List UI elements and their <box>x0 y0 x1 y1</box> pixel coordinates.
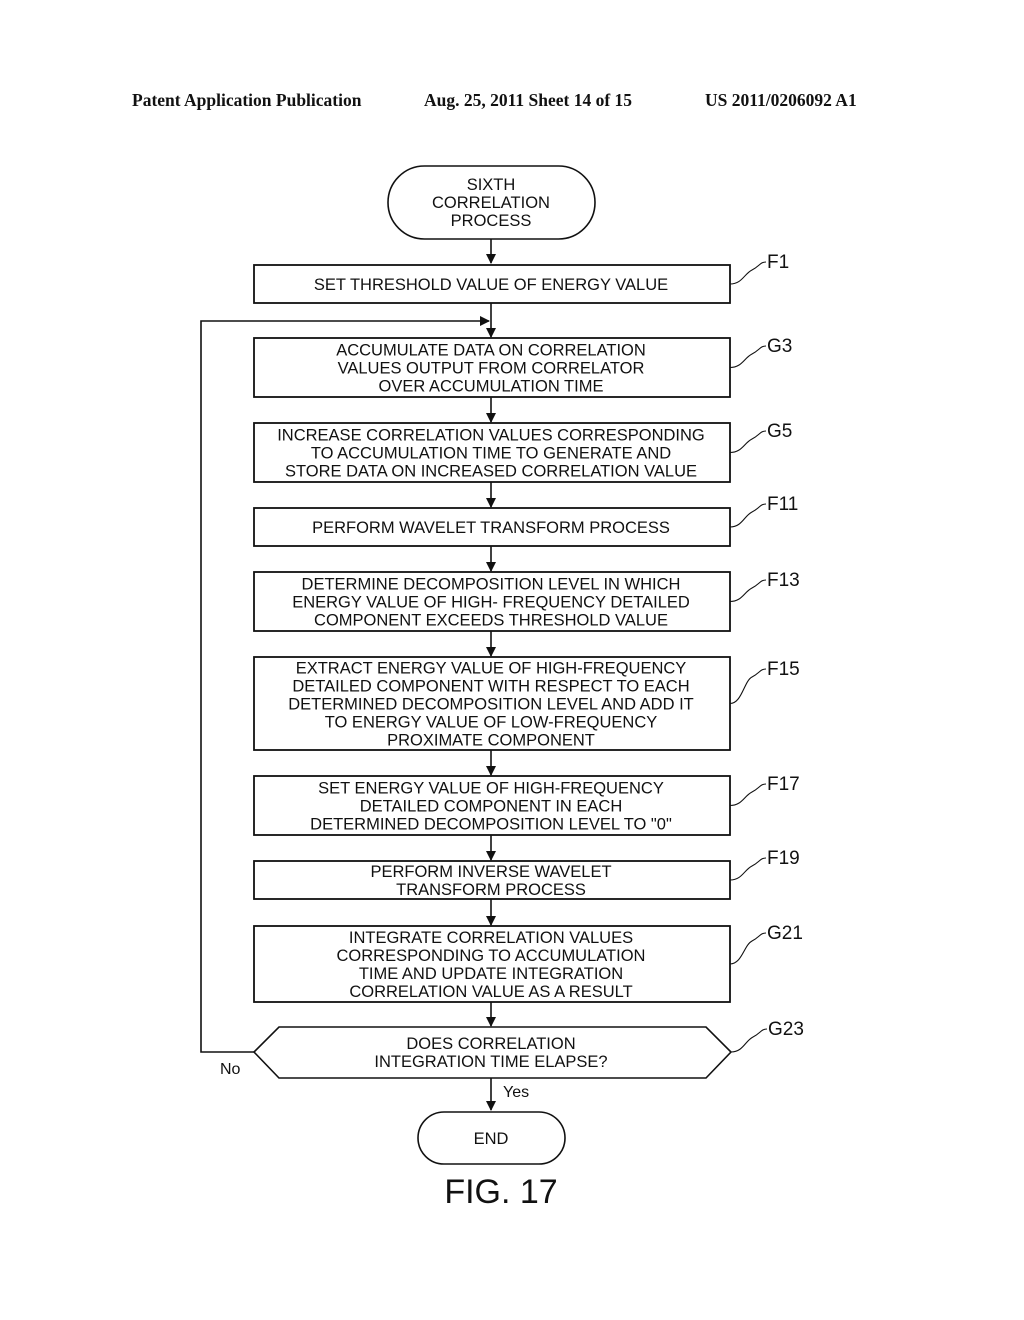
process-step-text: DETERMINE DECOMPOSITION LEVEL IN WHICH <box>302 576 681 594</box>
process-step-text: SET THRESHOLD VALUE OF ENERGY VALUE <box>314 276 668 294</box>
reference-leader-line <box>729 345 767 369</box>
flowchart: SIXTHCORRELATIONPROCESS SET THRESHOLD VAL… <box>200 165 804 1211</box>
process-step-text: ACCUMULATE DATA ON CORRELATION <box>336 342 646 360</box>
reference-leader-line <box>730 1028 768 1053</box>
reference-label-f15: F15 <box>767 659 800 680</box>
process-step-text: INCREASE CORRELATION VALUES CORRESPONDIN… <box>277 427 705 445</box>
process-step-text: INTEGRATE CORRELATION VALUES <box>349 929 633 947</box>
process-step-text: TIME AND UPDATE INTEGRATION <box>359 965 623 983</box>
reference-label-g21: G21 <box>767 923 803 944</box>
process-step-text: EXTRACT ENERGY VALUE OF HIGH-FREQUENCY <box>296 660 687 678</box>
reference-label-g5: G5 <box>767 421 792 442</box>
process-step-text: PERFORM WAVELET TRANSFORM PROCESS <box>312 519 670 537</box>
reference-leader-line <box>729 261 767 285</box>
reference-label-f1: F1 <box>767 252 789 273</box>
process-step-text: TRANSFORM PROCESS <box>396 881 586 899</box>
reference-leader-line <box>729 503 767 528</box>
process-step-text: CORRELATION VALUE AS A RESULT <box>349 983 632 1001</box>
process-step-text: VALUES OUTPUT FROM CORRELATOR <box>338 360 645 378</box>
process-step-text: COMPONENT EXCEEDS THRESHOLD VALUE <box>314 612 668 630</box>
reference-label-g3: G3 <box>767 336 792 357</box>
start-terminal-label: CORRELATION <box>432 194 550 212</box>
reference-leader-line <box>729 668 767 705</box>
reference-label-f17: F17 <box>767 774 800 795</box>
process-step-text: PROXIMATE COMPONENT <box>387 732 595 750</box>
no-branch-label: No <box>220 1061 241 1078</box>
reference-label-f13: F13 <box>767 570 800 591</box>
reference-label-f19: F19 <box>767 848 800 869</box>
process-step-text: DETAILED COMPONENT IN EACH <box>360 798 623 816</box>
reference-leader-line <box>729 932 767 965</box>
decision-text: DOES CORRELATION <box>406 1035 575 1053</box>
process-step-text: SET ENERGY VALUE OF HIGH-FREQUENCY <box>318 780 664 798</box>
reference-leader-line <box>729 430 767 454</box>
process-step-text: ENERGY VALUE OF HIGH- FREQUENCY DETAILED <box>292 594 690 612</box>
process-step-text: DETERMINED DECOMPOSITION LEVEL AND ADD I… <box>288 696 694 714</box>
end-terminal-label: END <box>474 1130 509 1148</box>
reference-leader-line <box>729 579 767 603</box>
process-step-text: DETAILED COMPONENT WITH RESPECT TO EACH <box>292 678 689 696</box>
start-terminal-label: PROCESS <box>451 212 532 230</box>
process-step-text: STORE DATA ON INCREASED CORRELATION VALU… <box>285 463 697 481</box>
process-step-text: OVER ACCUMULATION TIME <box>379 378 604 396</box>
yes-branch-label: Yes <box>503 1084 529 1101</box>
figure-label: FIG. 17 <box>444 1173 557 1211</box>
decision-text: INTEGRATION TIME ELAPSE? <box>374 1053 607 1071</box>
process-step-text: PERFORM INVERSE WAVELET <box>370 863 611 881</box>
start-terminal-label: SIXTH <box>467 176 516 194</box>
process-step-text: DETERMINED DECOMPOSITION LEVEL TO "0" <box>310 816 672 834</box>
process-step-text: TO ACCUMULATION TIME TO GENERATE AND <box>311 445 671 463</box>
reference-label-f11: F11 <box>767 494 798 515</box>
process-step-text: TO ENERGY VALUE OF LOW-FREQUENCY <box>325 714 658 732</box>
reference-label-g23: G23 <box>768 1019 804 1040</box>
process-step-text: CORRESPONDING TO ACCUMULATION <box>337 947 646 965</box>
reference-leader-line <box>729 857 767 881</box>
reference-leader-line <box>729 783 767 807</box>
